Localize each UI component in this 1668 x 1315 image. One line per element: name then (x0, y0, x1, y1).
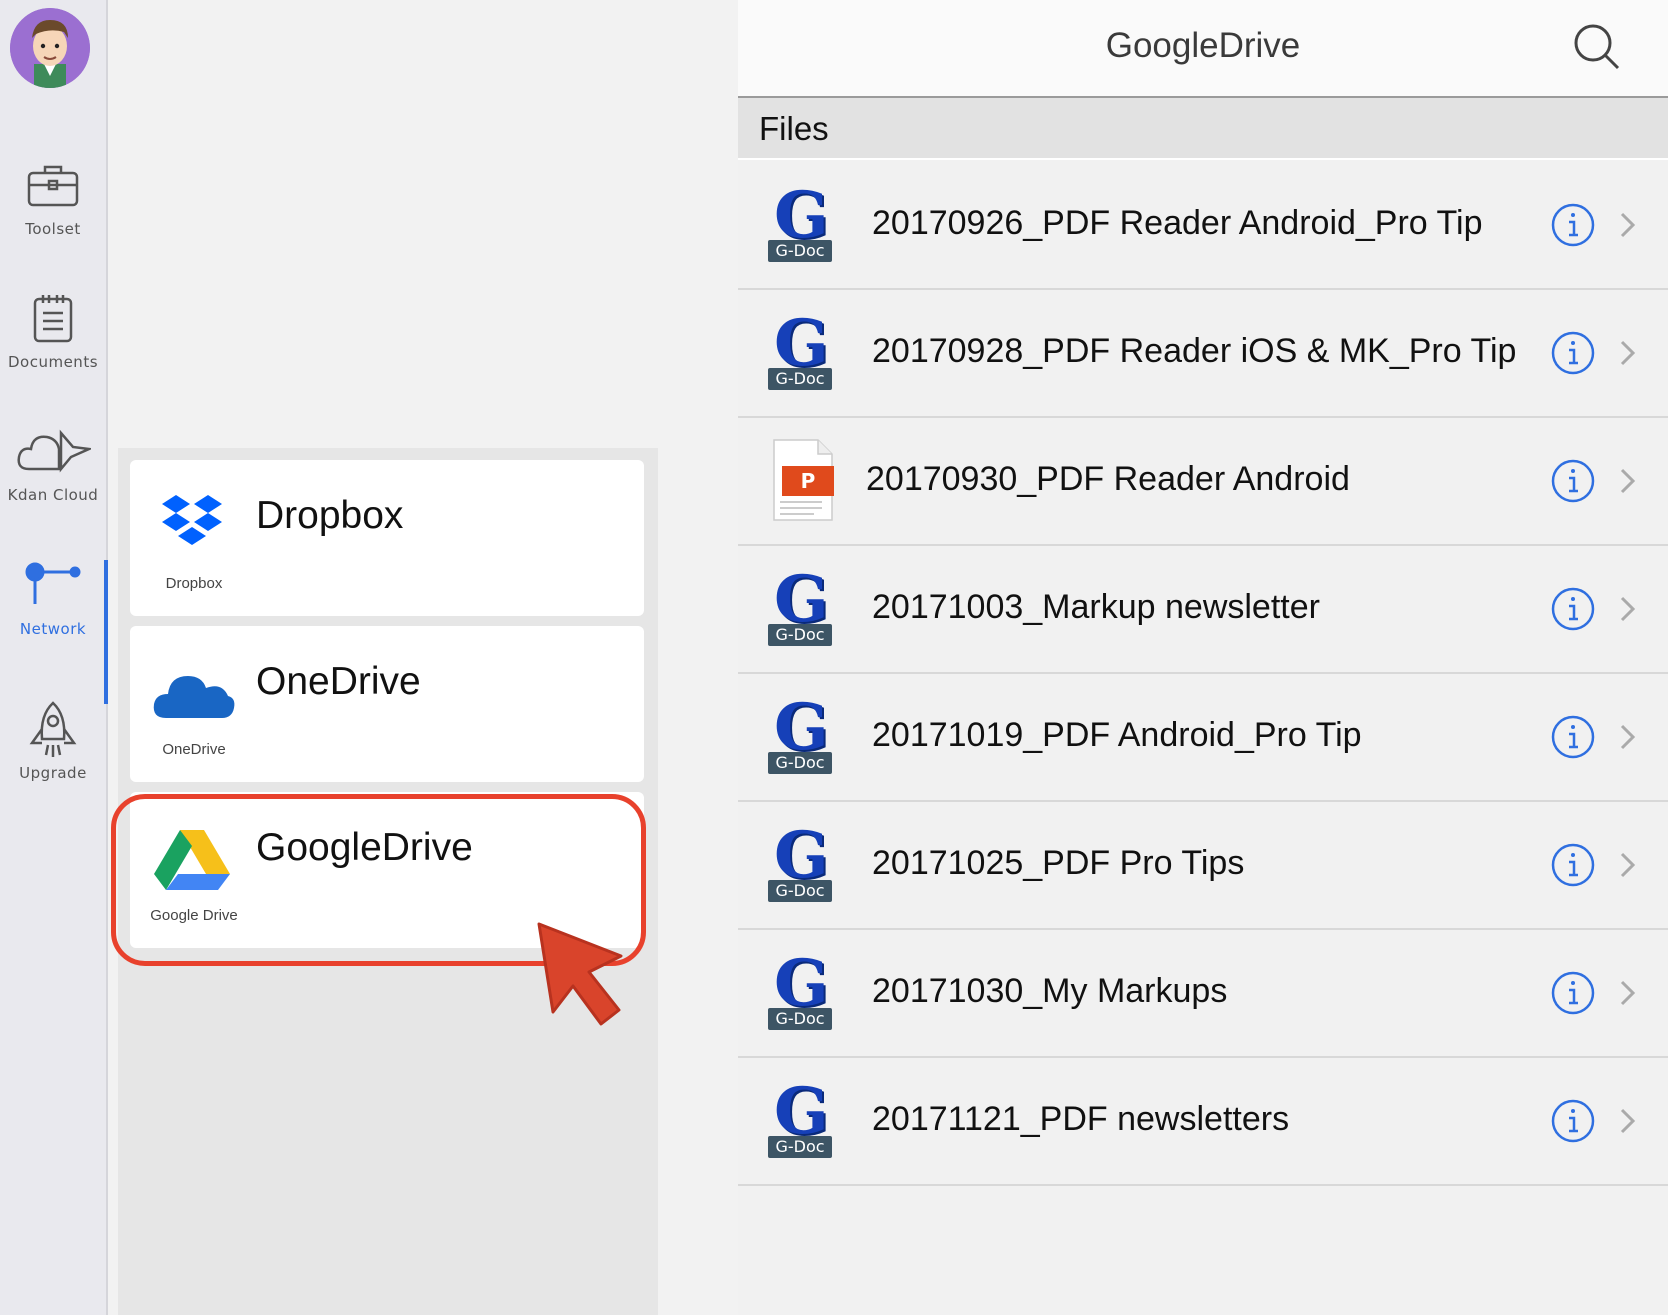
service-name: OneDrive (256, 660, 421, 703)
file-name: 20171019_PDF Android_Pro Tip (872, 716, 1362, 754)
file-name: 20170926_PDF Reader Android_Pro Tip (872, 204, 1483, 242)
rocket-icon (0, 694, 106, 764)
file-type-label: P (801, 469, 816, 493)
gdoc-letter-icon: G (774, 1074, 829, 1149)
file-row[interactable]: G G-Doc 20171121_PDF newsletters (738, 1056, 1668, 1186)
chevron-right-icon (1618, 594, 1638, 624)
active-indicator (104, 560, 108, 704)
service-google-drive[interactable]: GoogleDrive Google Drive (130, 792, 644, 948)
gdoc-file-icon: G G-Doc (768, 952, 838, 1030)
gdoc-file-icon: G G-Doc (768, 312, 838, 390)
info-icon[interactable] (1550, 330, 1596, 376)
file-name: 20171121_PDF newsletters (872, 1100, 1290, 1138)
file-name: 20171030_My Markups (872, 972, 1228, 1010)
file-type-label: G-Doc (768, 1008, 832, 1030)
file-name: 20171003_Markup newsletter (872, 588, 1320, 626)
gdoc-letter-icon: G (774, 818, 829, 893)
rail-item-upgrade[interactable]: Upgrade (0, 694, 106, 782)
rail-item-label: Network (19, 620, 87, 638)
rail-item-label: Kdan Cloud (7, 486, 99, 504)
file-row[interactable]: G G-Doc 20170928_PDF Reader iOS & MK_Pro T… (738, 288, 1668, 418)
toolbox-icon (0, 150, 106, 220)
rail-item-label: Documents (7, 353, 99, 371)
file-type-label: G-Doc (768, 368, 832, 390)
gdoc-file-icon: G G-Doc (768, 1080, 838, 1158)
onedrive-icon (152, 666, 235, 746)
service-label: Dropbox (165, 575, 223, 592)
info-icon[interactable] (1550, 586, 1596, 632)
page-title: GoogleDrive (1105, 26, 1301, 65)
gdoc-letter-icon: G (774, 562, 829, 637)
file-row[interactable]: G G-Doc 20170926_PDF Reader Android_Pro Ti… (738, 160, 1668, 290)
chevron-right-icon (1618, 978, 1638, 1008)
service-name: GoogleDrive (256, 826, 473, 869)
rail-item-label: Upgrade (19, 764, 87, 782)
service-label: OneDrive (162, 741, 226, 758)
chevron-right-icon (1618, 850, 1638, 880)
file-name: 20171025_PDF Pro Tips (872, 844, 1245, 882)
top-bar: GoogleDrive (738, 0, 1668, 98)
gdoc-letter-icon: G (774, 178, 829, 253)
file-name: 20170928_PDF Reader iOS & MK_Pro Tip (872, 332, 1517, 370)
powerpoint-file-icon: P (768, 439, 838, 521)
gdoc-file-icon: G G-Doc (768, 184, 838, 262)
cloud-icon (0, 416, 106, 486)
file-browser: GoogleDrive Files G G-Doc 20170926_PDF Rea… (738, 0, 1668, 1315)
gdoc-file-icon: G G-Doc (768, 696, 838, 774)
chevron-right-icon (1618, 1106, 1638, 1136)
google-drive-icon (152, 828, 232, 908)
rail-item-network[interactable]: Network (0, 550, 106, 638)
file-name: 20170930_PDF Reader Android (866, 460, 1350, 498)
chevron-right-icon (1618, 210, 1638, 240)
file-row[interactable]: G G-Doc 20171003_Markup newsletter (738, 544, 1668, 674)
gdoc-letter-icon: G (774, 946, 829, 1021)
file-row[interactable]: P 20170930_PDF Reader Android (738, 416, 1668, 546)
info-icon[interactable] (1550, 458, 1596, 504)
file-type-label: G-Doc (768, 880, 832, 902)
file-row[interactable]: G G-Doc 20171030_My Markups (738, 928, 1668, 1058)
file-row[interactable]: G G-Doc 20171025_PDF Pro Tips (738, 800, 1668, 930)
gdoc-file-icon: G G-Doc (768, 568, 838, 646)
gdoc-letter-icon: G (774, 306, 829, 381)
file-type-label: G-Doc (768, 240, 832, 262)
rail-item-documents[interactable]: Documents (0, 283, 106, 371)
section-header: Files (738, 98, 1668, 160)
rail-item-kdan-cloud[interactable]: Kdan Cloud (0, 416, 106, 504)
chevron-right-icon (1618, 722, 1638, 752)
gdoc-letter-icon: G (774, 690, 829, 765)
file-type-label: G-Doc (768, 1136, 832, 1158)
file-row[interactable]: G G-Doc 20171019_PDF Android_Pro Tip (738, 672, 1668, 802)
rail-item-toolset[interactable]: Toolset (0, 150, 106, 238)
info-icon[interactable] (1550, 202, 1596, 248)
avatar[interactable] (10, 8, 90, 88)
info-icon[interactable] (1550, 714, 1596, 760)
service-label: Google Drive (150, 907, 238, 924)
file-type-label: G-Doc (768, 624, 832, 646)
network-icon (0, 550, 106, 620)
info-icon[interactable] (1550, 1098, 1596, 1144)
service-dropbox[interactable]: Dropbox Dropbox (130, 460, 644, 616)
info-icon[interactable] (1550, 970, 1596, 1016)
clipboard-icon (0, 283, 106, 353)
rail-item-label: Toolset (25, 220, 81, 238)
section-title: Files (759, 110, 829, 147)
info-icon[interactable] (1550, 842, 1596, 888)
search-icon[interactable] (1572, 22, 1622, 72)
chevron-right-icon (1618, 338, 1638, 368)
dropbox-icon (152, 490, 232, 570)
side-navigation: Toolset Documents Kdan Cloud Network Upg… (0, 0, 108, 1315)
chevron-right-icon (1618, 466, 1638, 496)
service-onedrive[interactable]: OneDrive OneDrive (130, 626, 644, 782)
service-name: Dropbox (256, 494, 404, 537)
file-type-label: G-Doc (768, 752, 832, 774)
gdoc-file-icon: G G-Doc (768, 824, 838, 902)
services-panel: Dropbox Dropbox OneDrive OneDrive Google… (118, 448, 658, 1315)
